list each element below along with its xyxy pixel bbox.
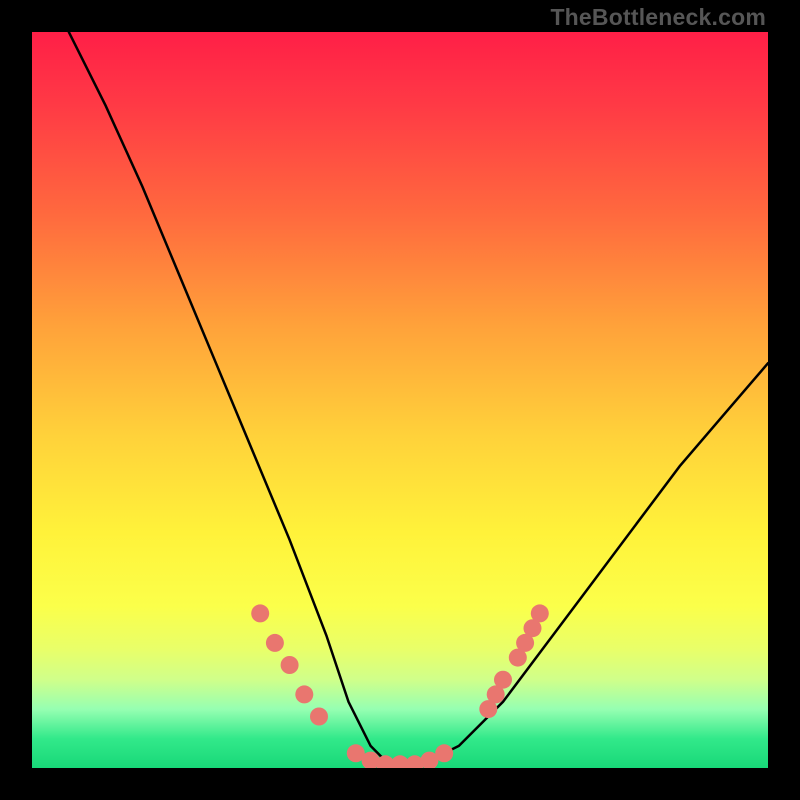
curve-marker [295,685,313,703]
curve-marker [310,708,328,726]
curve-marker [531,604,549,622]
curve-marker [435,744,453,762]
curve-marker [266,634,284,652]
chart-plot-area [32,32,768,768]
curve-marker [494,671,512,689]
curve-marker [281,656,299,674]
bottleneck-curve [69,32,768,768]
curve-marker [251,604,269,622]
chart-svg [32,32,768,768]
curve-markers [251,604,549,768]
watermark-text: TheBottleneck.com [550,4,766,31]
chart-frame: TheBottleneck.com [0,0,800,800]
